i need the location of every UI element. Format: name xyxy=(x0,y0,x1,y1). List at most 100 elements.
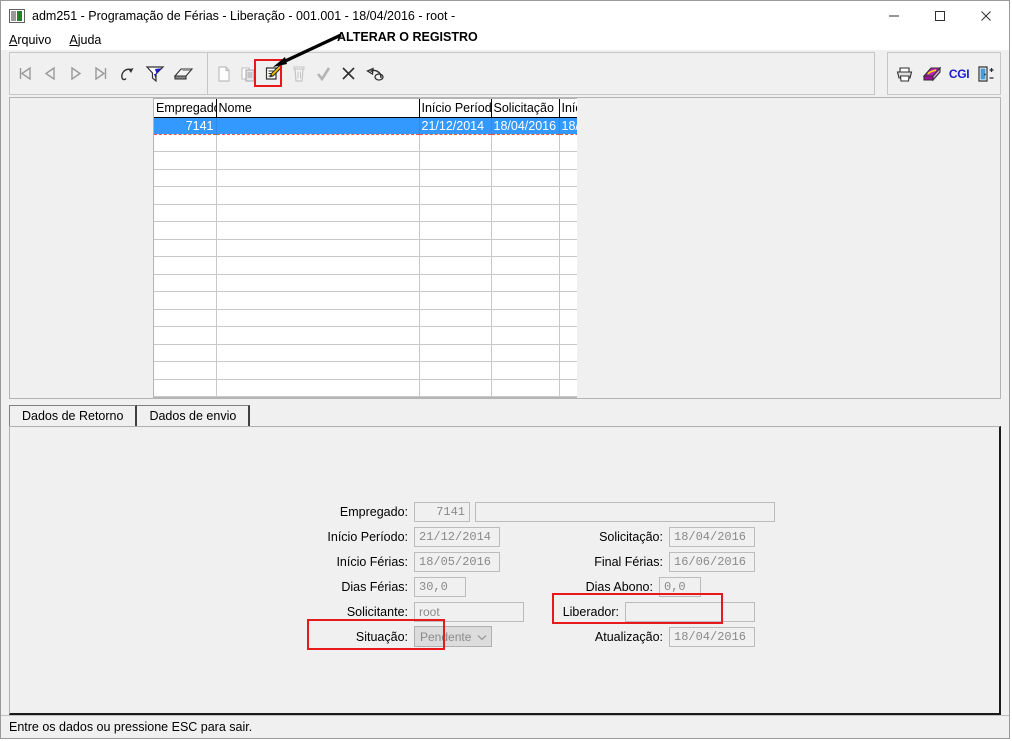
cell-empty xyxy=(559,186,577,205)
book-icon xyxy=(922,66,942,81)
delete-record-icon xyxy=(293,66,305,82)
maximize-button[interactable] xyxy=(917,1,963,30)
table-row[interactable] xyxy=(154,291,577,310)
table-body: 7141 21/12/2014 18/04/2016 18/05/2016 16… xyxy=(154,117,577,135)
cell-empty xyxy=(216,291,420,310)
cell-solicitacao: 18/04/2016 xyxy=(491,117,560,135)
cell-empty xyxy=(154,169,217,188)
field-dias-ferias[interactable]: 30,0 xyxy=(414,576,466,597)
field-empregado-codigo[interactable]: 7141 xyxy=(414,501,470,522)
tab-panel-dados-de-retorno: Empregado: 7141 Início Período: 21/12/20… xyxy=(9,426,1001,715)
cell-empty xyxy=(154,239,217,258)
cell-inicio-periodo: 21/12/2014 xyxy=(419,117,492,135)
field-inicio-periodo[interactable]: 21/12/2014 xyxy=(414,526,500,547)
cell-empty xyxy=(419,361,492,380)
record-form: Empregado: 7141 Início Período: 21/12/20… xyxy=(290,499,775,649)
window-controls xyxy=(871,1,1009,30)
cell-empty xyxy=(419,326,492,345)
records-grid-panel: Empregado Nome Início Período Solicitaçã… xyxy=(9,97,1001,399)
new-record-icon xyxy=(217,65,230,82)
table-row[interactable] xyxy=(154,239,577,258)
table-row[interactable] xyxy=(154,221,577,240)
table-row[interactable] xyxy=(154,134,577,153)
previous-record-button[interactable] xyxy=(38,57,63,90)
cell-empty xyxy=(559,274,577,293)
undo-button[interactable] xyxy=(361,57,389,90)
select-situacao[interactable]: Pendente xyxy=(414,626,492,647)
table-row[interactable] xyxy=(154,169,577,188)
field-final-ferias[interactable]: 16/06/2016 xyxy=(669,551,755,572)
table-row[interactable]: 7141 21/12/2014 18/04/2016 18/05/2016 16… xyxy=(154,117,577,135)
cell-empty xyxy=(216,344,420,363)
field-solicitante[interactable]: root xyxy=(414,601,524,622)
book-button[interactable] xyxy=(918,57,945,90)
last-record-button[interactable] xyxy=(88,57,113,90)
table-row[interactable] xyxy=(154,309,577,328)
new-record-button[interactable] xyxy=(211,57,236,90)
table-row[interactable] xyxy=(154,326,577,345)
delete-record-button[interactable] xyxy=(286,57,311,90)
toolbar-right-group: CGI xyxy=(887,52,1001,95)
menu-item-arquivo[interactable]: Arquivo xyxy=(9,33,60,47)
field-dias-abono[interactable]: 0,0 xyxy=(659,576,701,597)
column-header-empregado[interactable]: Empregado xyxy=(154,99,217,118)
cgi-button[interactable]: CGI xyxy=(945,57,972,90)
table-row[interactable] xyxy=(154,361,577,380)
table-row[interactable] xyxy=(154,151,577,170)
edit-record-button[interactable] xyxy=(261,57,286,90)
cell-empty xyxy=(216,309,420,328)
column-header-inicio-ferias[interactable]: Início Férias xyxy=(559,99,577,118)
menu-item-ajuda[interactable]: Ajuda xyxy=(69,33,110,47)
minimize-button[interactable] xyxy=(871,1,917,30)
cell-empty xyxy=(491,361,560,380)
cell-empty xyxy=(154,256,217,275)
cancel-button[interactable] xyxy=(336,57,361,90)
cards-button[interactable] xyxy=(169,57,197,90)
table-row[interactable] xyxy=(154,256,577,275)
cell-empty xyxy=(491,239,560,258)
table-row[interactable] xyxy=(154,344,577,363)
cell-empty xyxy=(559,169,577,188)
first-record-button[interactable] xyxy=(13,57,38,90)
cgi-icon: CGI xyxy=(948,66,970,81)
cell-empty xyxy=(559,309,577,328)
field-liberador[interactable] xyxy=(625,601,755,622)
cell-empty xyxy=(491,134,560,153)
cell-empty xyxy=(559,291,577,310)
records-grid[interactable]: Empregado Nome Início Período Solicitaçã… xyxy=(153,98,577,398)
table-row[interactable] xyxy=(154,186,577,205)
filter-button[interactable] xyxy=(141,57,169,90)
confirm-icon xyxy=(317,67,331,82)
cell-empty xyxy=(419,274,492,293)
print-button[interactable] xyxy=(891,57,918,90)
application-window: adm251 - Programação de Férias - Liberaç… xyxy=(0,0,1010,739)
table-row[interactable] xyxy=(154,204,577,223)
next-record-button[interactable] xyxy=(63,57,88,90)
table-row[interactable] xyxy=(154,379,577,397)
column-header-nome[interactable]: Nome xyxy=(216,99,420,118)
confirm-button[interactable] xyxy=(311,57,336,90)
field-solicitacao[interactable]: 18/04/2016 xyxy=(669,526,755,547)
field-atualizacao[interactable]: 18/04/2016 xyxy=(669,626,755,647)
status-bar: Entre os dados ou pressione ESC para sai… xyxy=(1,715,1009,738)
table-row[interactable] xyxy=(154,274,577,293)
status-message: Entre os dados ou pressione ESC para sai… xyxy=(9,720,253,734)
tab-dados-de-retorno[interactable]: Dados de Retorno xyxy=(9,405,138,426)
column-header-inicio-periodo[interactable]: Início Período xyxy=(419,99,492,118)
cell-empty xyxy=(419,291,492,310)
refresh-icon xyxy=(120,67,133,80)
cell-empty xyxy=(154,134,217,153)
refresh-button[interactable] xyxy=(113,57,141,90)
exit-button[interactable] xyxy=(973,57,1000,90)
cell-empty xyxy=(154,204,217,223)
cards-icon xyxy=(173,68,193,80)
field-empregado-nome[interactable] xyxy=(475,501,775,522)
tab-dados-de-envio[interactable]: Dados de envio xyxy=(136,405,251,426)
copy-record-button[interactable] xyxy=(236,57,261,90)
field-inicio-ferias[interactable]: 18/05/2016 xyxy=(414,551,500,572)
close-button[interactable] xyxy=(963,1,1009,30)
records-table: Empregado Nome Início Período Solicitaçã… xyxy=(154,99,577,397)
column-header-solicitacao[interactable]: Solicitação xyxy=(491,99,560,118)
cell-empty xyxy=(216,256,420,275)
cell-empty xyxy=(419,309,492,328)
